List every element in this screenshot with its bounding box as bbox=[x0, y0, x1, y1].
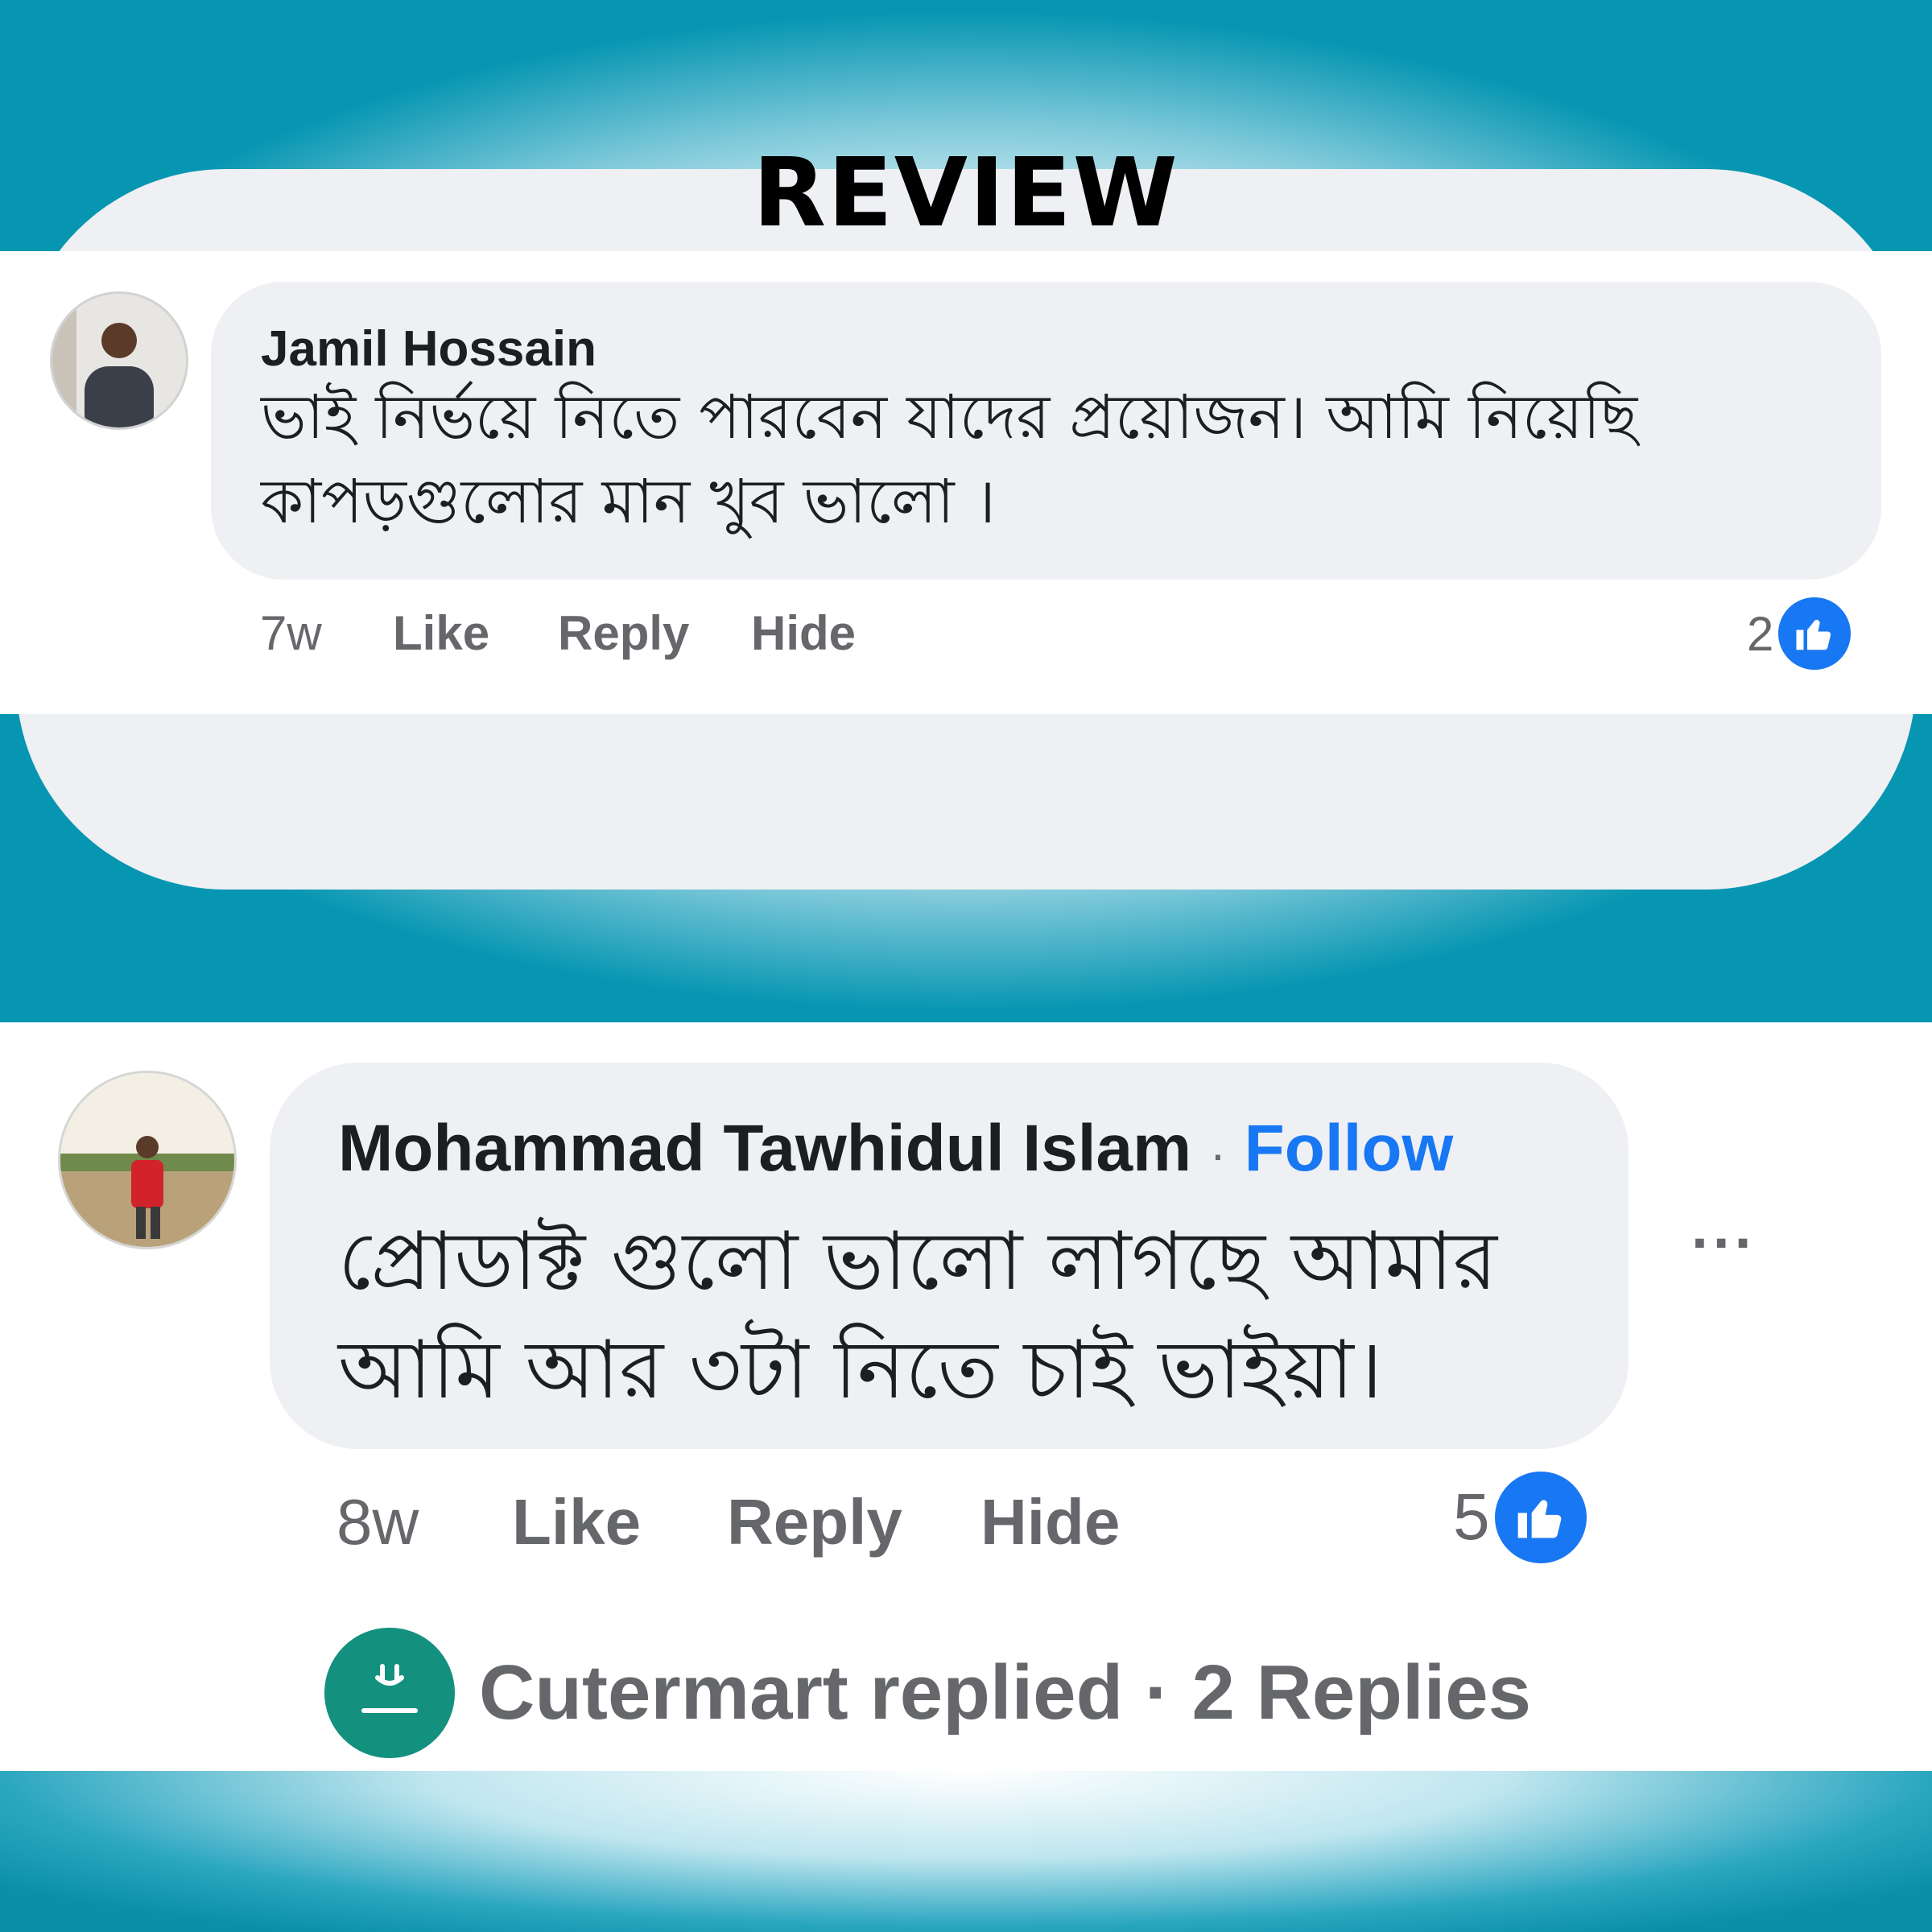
comment-actions: 7w Like Reply Hide bbox=[260, 605, 985, 662]
comment-author[interactable]: Jamil Hossain bbox=[261, 320, 597, 378]
replies-summary-row[interactable]: Cutermart replied · 2 Replies bbox=[324, 1626, 1531, 1759]
background-bottom bbox=[0, 1771, 1932, 1932]
reaction-count: 2 bbox=[1747, 606, 1774, 661]
replies-summary[interactable]: Cutermart replied · 2 Replies bbox=[479, 1649, 1531, 1737]
reaction-summary[interactable]: 5 bbox=[1453, 1465, 1591, 1570]
reaction-count: 5 bbox=[1453, 1480, 1490, 1554]
avatar[interactable] bbox=[58, 1071, 237, 1249]
comment-bubble: Jamil Hossain ভাই নির্ভয়ে নিতে পারবেন য… bbox=[211, 282, 1881, 580]
page-title: REVIEW bbox=[753, 137, 1179, 248]
hide-button[interactable]: Hide bbox=[751, 605, 856, 661]
like-thumb-icon bbox=[1773, 592, 1856, 675]
comment-panel-2: Mohammad Tawhidul Islam · Follow প্রোডাক… bbox=[0, 1022, 1932, 1779]
avatar-photo bbox=[52, 294, 186, 427]
comment-author[interactable]: Mohammad Tawhidul Islam bbox=[338, 1112, 1191, 1185]
comment-actions: 8w Like Reply Hide bbox=[336, 1485, 1222, 1562]
comment-time[interactable]: 8w bbox=[336, 1485, 419, 1559]
separator: · bbox=[1209, 1127, 1226, 1181]
reply-button[interactable]: Reply bbox=[727, 1485, 902, 1559]
reaction-summary[interactable]: 2 bbox=[1747, 589, 1856, 678]
comment-text-line-2: কাপড়গুলোর মান খুব ভালো । bbox=[261, 465, 996, 537]
comment-panel-1: Jamil Hossain ভাই নির্ভয়ে নিতে পারবেন য… bbox=[0, 251, 1932, 714]
comment-author-row: Mohammad Tawhidul Islam · Follow bbox=[338, 1111, 1453, 1187]
like-thumb-icon bbox=[1489, 1467, 1591, 1568]
avatar-photo bbox=[60, 1073, 234, 1247]
page-logo-icon bbox=[324, 1627, 455, 1758]
like-button[interactable]: Like bbox=[393, 605, 489, 661]
hide-button[interactable]: Hide bbox=[980, 1485, 1120, 1559]
comment-text-line-2: আমি আর ৩টা নিতে চাই ভাইয়া। bbox=[338, 1323, 1383, 1417]
like-button[interactable]: Like bbox=[512, 1485, 641, 1559]
comment-bubble: Mohammad Tawhidul Islam · Follow প্রোডাক… bbox=[270, 1063, 1629, 1449]
avatar[interactable] bbox=[50, 291, 188, 430]
reply-button[interactable]: Reply bbox=[558, 605, 689, 661]
follow-button[interactable]: Follow bbox=[1245, 1112, 1454, 1185]
comment-time[interactable]: 7w bbox=[260, 605, 322, 661]
more-options-icon[interactable]: ··· bbox=[1690, 1216, 1755, 1272]
